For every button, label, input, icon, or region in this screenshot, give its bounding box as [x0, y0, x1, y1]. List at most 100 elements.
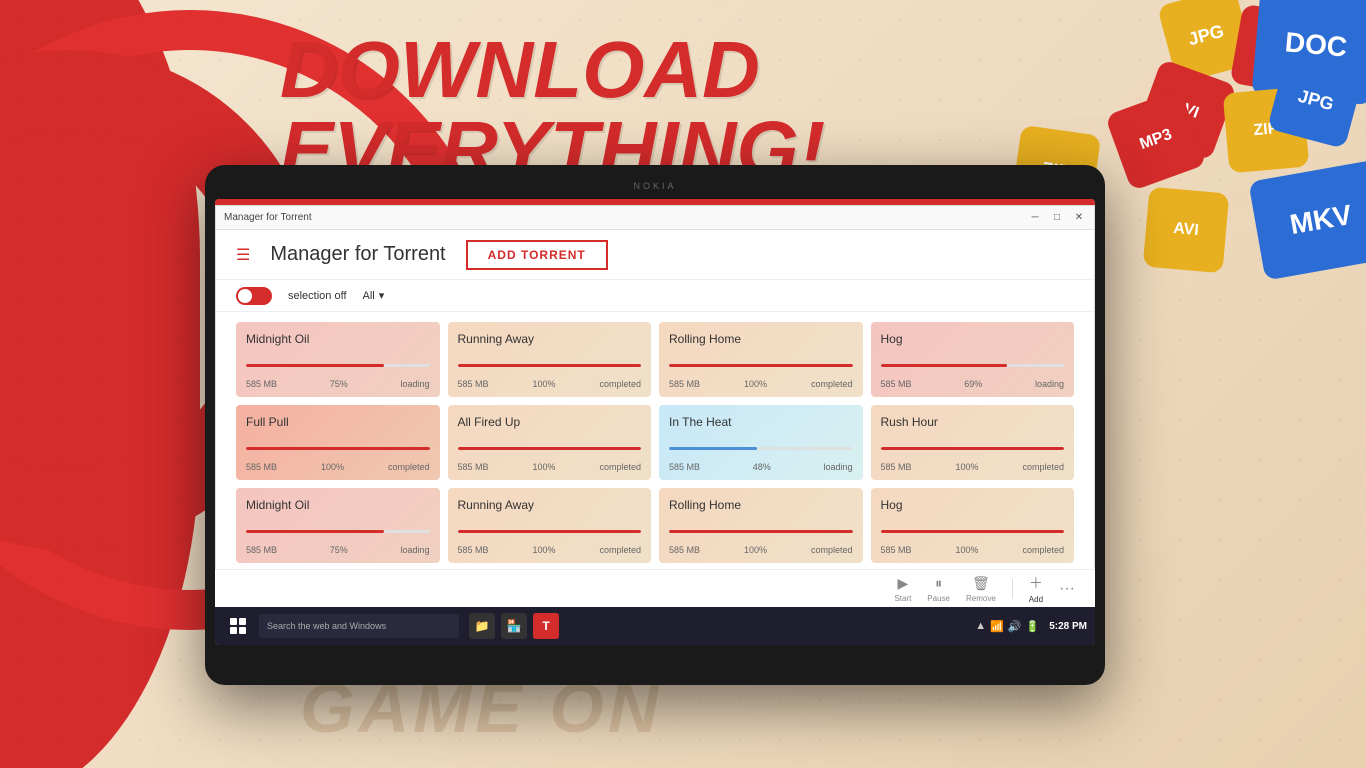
- pause-label: Pause: [927, 594, 950, 603]
- torrent-progress-fill: [881, 447, 1065, 450]
- torrent-card[interactable]: In The Heat585 MB48%loading: [659, 405, 863, 480]
- torrent-card[interactable]: Rolling Home585 MB100%completed: [659, 488, 863, 563]
- toggle-thumb: [238, 289, 252, 303]
- torrent-card[interactable]: Full Pull585 MB100%completed: [236, 405, 440, 480]
- windows-taskbar: Search the web and Windows 📁 🏪 T ▲ 📶 🔊 🔋: [215, 607, 1095, 645]
- torrent-card[interactable]: Midnight Oil585 MB75%loading: [236, 488, 440, 563]
- torrent-card[interactable]: Running Away585 MB100%completed: [448, 322, 652, 397]
- torrent-progress-bar: [458, 447, 642, 450]
- pause-button[interactable]: ⏸ Pause: [927, 575, 950, 603]
- torrent-status: loading: [823, 462, 852, 472]
- tablet-body: NOKIA Manager for Torrent ─ □ ✕ ☰: [205, 165, 1105, 685]
- torrent-name: Full Pull: [246, 415, 430, 429]
- add-label: Add: [1029, 595, 1043, 604]
- filter-dropdown[interactable]: All ▾: [363, 289, 385, 302]
- torrent-card-info: 585 MB 69% loading: [881, 379, 1065, 389]
- torrent-status: completed: [811, 545, 853, 555]
- minimize-button[interactable]: ─: [1028, 211, 1042, 225]
- add-button[interactable]: ＋ Add: [1029, 573, 1043, 604]
- torrent-app-icon[interactable]: T: [533, 613, 559, 639]
- torrent-name: Rolling Home: [669, 498, 853, 512]
- tray-chevron-icon[interactable]: ▲: [975, 620, 986, 632]
- torrent-card[interactable]: Running Away585 MB100%completed: [448, 488, 652, 563]
- taskbar-time-value: 5:28 PM: [1049, 621, 1087, 632]
- torrent-progress-fill: [669, 530, 853, 533]
- maximize-button[interactable]: □: [1050, 211, 1064, 225]
- torrent-percent: 100%: [744, 379, 767, 389]
- taskbar-search[interactable]: Search the web and Windows: [259, 614, 459, 638]
- torrent-card-info: 585 MB100%completed: [669, 379, 853, 389]
- tablet-top-bar: NOKIA: [215, 177, 1095, 195]
- selection-toggle[interactable]: [236, 287, 272, 305]
- torrent-card[interactable]: Midnight Oil 585 MB75%loading: [236, 322, 440, 397]
- torrent-card-info: 585 MB100%completed: [881, 545, 1065, 555]
- torrent-status: completed: [599, 462, 641, 472]
- torrent-card-info: 585 MB100%completed: [458, 545, 642, 555]
- torrent-percent: 100%: [955, 545, 978, 555]
- torrent-status: loading: [400, 545, 429, 555]
- torrent-progress-fill: [669, 364, 853, 367]
- bottom-bar-divider: [1012, 579, 1013, 599]
- close-button[interactable]: ✕: [1072, 211, 1086, 225]
- torrent-card[interactable]: Rush Hour 585 MB 100% completed: [871, 405, 1075, 480]
- torrent-name: Rush Hour: [881, 415, 1065, 429]
- torrent-size: 585 MB: [458, 462, 489, 472]
- file-explorer-icon[interactable]: 📁: [469, 613, 495, 639]
- torrent-status: loading: [1035, 379, 1064, 389]
- torrent-card-info: 585 MB75%loading: [246, 379, 430, 389]
- start-icon: ▶: [897, 575, 908, 592]
- torrent-size: 585 MB: [881, 462, 912, 472]
- torrent-percent: 100%: [955, 462, 978, 472]
- torrent-progress-bar: [458, 530, 642, 533]
- start-label: Start: [894, 594, 911, 603]
- hamburger-menu-icon[interactable]: ☰: [236, 245, 250, 265]
- torrent-card-info: 585 MB 100% completed: [881, 462, 1065, 472]
- torrent-progress-bar: [669, 447, 853, 450]
- torrent-name: Running Away: [458, 332, 642, 346]
- torrent-size: 585 MB: [669, 545, 700, 555]
- torrent-progress-bar: [246, 364, 430, 367]
- torrent-name: Midnight Oil: [246, 332, 430, 346]
- remove-button[interactable]: 🗑 Remove: [966, 575, 996, 603]
- torrent-card[interactable]: All Fired Up585 MB100%completed: [448, 405, 652, 480]
- torrent-percent: 100%: [532, 379, 555, 389]
- torrent-percent: 69%: [964, 379, 982, 389]
- torrent-name: All Fired Up: [458, 415, 642, 429]
- torrent-name: In The Heat: [669, 415, 853, 429]
- window-title-text: Manager for Torrent: [224, 212, 1028, 223]
- torrent-size: 585 MB: [669, 462, 700, 472]
- wifi-icon[interactable]: 📶: [990, 620, 1004, 633]
- torrent-status: completed: [388, 462, 430, 472]
- torrent-card-info: 585 MB75%loading: [246, 545, 430, 555]
- torrent-card[interactable]: Hog585 MB100%completed: [871, 488, 1075, 563]
- torrent-size: 585 MB: [881, 379, 912, 389]
- app-window: Manager for Torrent ─ □ ✕ ☰ Manager for …: [215, 205, 1095, 607]
- add-torrent-button[interactable]: ADD TORRENT: [466, 240, 608, 270]
- torrent-progress-fill: [881, 530, 1065, 533]
- volume-icon[interactable]: 🔊: [1008, 620, 1022, 633]
- window-titlebar: Manager for Torrent ─ □ ✕: [216, 206, 1094, 230]
- start-menu-button[interactable]: [223, 611, 253, 641]
- torrent-progress-bar: [246, 530, 430, 533]
- tablet-device: NOKIA Manager for Torrent ─ □ ✕ ☰: [205, 165, 1105, 685]
- badge-mkv: MKV: [1248, 159, 1366, 280]
- app-header: ☰ Manager for Torrent ADD TORRENT: [216, 230, 1094, 280]
- torrent-card[interactable]: Rolling Home585 MB100%completed: [659, 322, 863, 397]
- tablet-brand-label: NOKIA: [633, 181, 676, 191]
- torrent-status: completed: [811, 379, 853, 389]
- torrent-card[interactable]: Hog585 MB69%loading: [871, 322, 1075, 397]
- torrent-size: 585 MB: [458, 545, 489, 555]
- more-options-icon[interactable]: ···: [1059, 580, 1075, 598]
- torrent-progress-bar: [458, 364, 642, 367]
- battery-icon[interactable]: 🔋: [1026, 620, 1040, 633]
- torrent-status: completed: [1022, 462, 1064, 472]
- torrent-size: 585 MB: [881, 545, 912, 555]
- torrent-percent: 75%: [330, 545, 348, 555]
- torrent-progress-bar: [881, 530, 1065, 533]
- start-button[interactable]: ▶ Start: [894, 575, 911, 603]
- app-toolbar: selection off All ▾: [216, 280, 1094, 312]
- torrent-grid: Midnight Oil585 MB75%loadingRunning Away…: [216, 312, 1094, 605]
- torrent-progress-fill: [246, 364, 384, 367]
- store-icon[interactable]: 🏪: [501, 613, 527, 639]
- filter-label: All: [363, 290, 375, 302]
